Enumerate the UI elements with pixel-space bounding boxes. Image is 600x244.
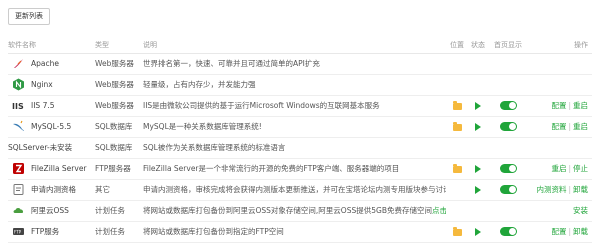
nginx-icon	[12, 78, 25, 91]
col-header-type: 类型	[95, 37, 143, 54]
software-desc: MySQL是一种关系数据库管理系统!	[143, 116, 446, 138]
homepage-toggle[interactable]	[499, 122, 517, 132]
play-icon[interactable]	[475, 123, 481, 131]
beta-apply-icon	[12, 183, 25, 196]
col-header-state: 状态	[468, 37, 488, 54]
table-row: 阿里云OSS 计划任务 将网站或数据库打包备份到阿里云OSS对象存储空间,阿里云…	[8, 200, 592, 222]
filezilla-icon	[12, 162, 25, 175]
software-name: FTP服务	[31, 227, 60, 236]
homepage-toggle[interactable]	[499, 101, 517, 111]
refresh-list-button[interactable]: 更新列表	[8, 8, 50, 25]
svg-text:IIS: IIS	[12, 102, 24, 111]
uninstall-link[interactable]: 卸载	[573, 227, 588, 236]
table-row: FTP FTP服务 计划任务 将网站或数据库打包备份到指定的FTP空间 配置 | 卸…	[8, 221, 592, 243]
software-name: FileZilla Server	[31, 164, 87, 173]
software-desc: SQL被作为关系数据库管理系统的标准语言	[143, 137, 446, 159]
software-desc: 世界排名第一，快速、可靠并且可通过简单的API扩充	[143, 53, 446, 75]
beta-info-link[interactable]: 内测资料	[536, 185, 566, 194]
toolbar: 更新列表	[8, 8, 50, 25]
stop-link[interactable]: 停止	[573, 164, 588, 173]
install-link[interactable]: 安装	[573, 206, 588, 215]
software-name: SQLServer-未安装	[8, 143, 73, 152]
software-type: FTP服务器	[95, 158, 143, 180]
table-row: 申请内测资格 其它 申请内测资格，审核完成将会获得内测版本更新推送，并可在宝塔论…	[8, 179, 592, 201]
table-row: FileZilla Server FTP服务器 FileZilla Server…	[8, 158, 592, 180]
software-type: 其它	[95, 179, 143, 201]
config-link[interactable]: 配置	[551, 101, 566, 110]
mysql-dolphin-icon	[12, 120, 25, 133]
software-table: 软件名称 类型 说明 位置 状态 首页显示 操作 Apache Web服务器 世…	[8, 37, 592, 243]
software-name: IIS 7.5	[31, 101, 55, 110]
table-row: Nginx Web服务器 轻量级，占有内存少，并发能力强	[8, 74, 592, 96]
table-row: MySQL-5.5 SQL数据库 MySQL是一种关系数据库管理系统! 配置 | 重…	[8, 116, 592, 138]
software-type: Web服务器	[95, 74, 143, 96]
col-header-desc: 说明	[143, 37, 446, 54]
software-type: Web服务器	[95, 95, 143, 117]
software-name: MySQL-5.5	[31, 122, 72, 131]
software-name: 阿里云OSS	[31, 206, 69, 215]
apply-link[interactable]: 点击申请	[432, 206, 446, 215]
table-row: IIS IIS 7.5 Web服务器 IIS是由微软公司提供的基于运行Micro…	[8, 95, 592, 117]
restart-link[interactable]: 重启	[551, 164, 566, 173]
folder-icon[interactable]	[452, 121, 462, 131]
software-type: 计划任务	[95, 200, 143, 222]
config-link[interactable]: 配置	[551, 227, 566, 236]
svg-text:FTP: FTP	[14, 230, 22, 235]
col-header-location: 位置	[446, 37, 468, 54]
play-icon[interactable]	[475, 186, 481, 194]
homepage-toggle[interactable]	[499, 227, 517, 237]
iis-icon: IIS	[12, 99, 25, 112]
software-type: Web服务器	[95, 53, 143, 75]
software-name: Nginx	[31, 80, 53, 89]
restart-link[interactable]: 重启	[573, 122, 588, 131]
software-desc: IIS是由微软公司提供的基于运行Microsoft Windows的互联网基本服…	[143, 95, 446, 117]
table-row: Apache Web服务器 世界排名第一，快速、可靠并且可通过简单的API扩充	[8, 53, 592, 75]
homepage-toggle[interactable]	[499, 185, 517, 195]
col-header-name: 软件名称	[8, 37, 95, 54]
aliyun-oss-icon	[12, 204, 25, 217]
software-desc: FileZilla Server是一个非常流行的开源的免费的FTP客户端、服务器…	[143, 158, 446, 180]
software-name: 申请内测资格	[31, 185, 76, 194]
software-desc-text: 将网站或数据库打包备份到阿里云OSS对象存储空间,阿里云OSS提供5GB免费存储…	[143, 206, 432, 215]
uninstall-link[interactable]: 卸载	[573, 185, 588, 194]
config-link[interactable]: 配置	[551, 122, 566, 131]
folder-icon[interactable]	[452, 100, 462, 110]
apache-feather-icon	[12, 57, 25, 70]
software-desc: 申请内测资格，审核完成将会获得内测版本更新推送，并可在宝塔论坛内测专用版块参与讨…	[143, 179, 446, 201]
table-header-row: 软件名称 类型 说明 位置 状态 首页显示 操作	[8, 37, 592, 54]
homepage-toggle[interactable]	[499, 164, 517, 174]
play-icon[interactable]	[475, 228, 481, 236]
software-desc: 轻量级，占有内存少，并发能力强	[143, 74, 446, 96]
folder-icon[interactable]	[452, 163, 462, 173]
software-name: Apache	[31, 59, 59, 68]
software-type: SQL数据库	[95, 137, 143, 159]
play-icon[interactable]	[475, 102, 481, 110]
col-header-homepage: 首页显示	[488, 37, 528, 54]
software-desc: 将网站或数据库打包备份到指定的FTP空间	[143, 221, 446, 243]
folder-icon[interactable]	[452, 226, 462, 236]
restart-link[interactable]: 重启	[573, 101, 588, 110]
play-icon[interactable]	[475, 165, 481, 173]
ftp-service-icon: FTP	[12, 225, 25, 238]
col-header-ops: 操作	[528, 37, 592, 54]
software-type: 计划任务	[95, 221, 143, 243]
table-row: SQLServer-未安装 SQL数据库 SQL被作为关系数据库管理系统的标准语…	[8, 137, 592, 159]
software-desc: 将网站或数据库打包备份到阿里云OSS对象存储空间,阿里云OSS提供5GB免费存储…	[143, 200, 446, 222]
software-type: SQL数据库	[95, 116, 143, 138]
